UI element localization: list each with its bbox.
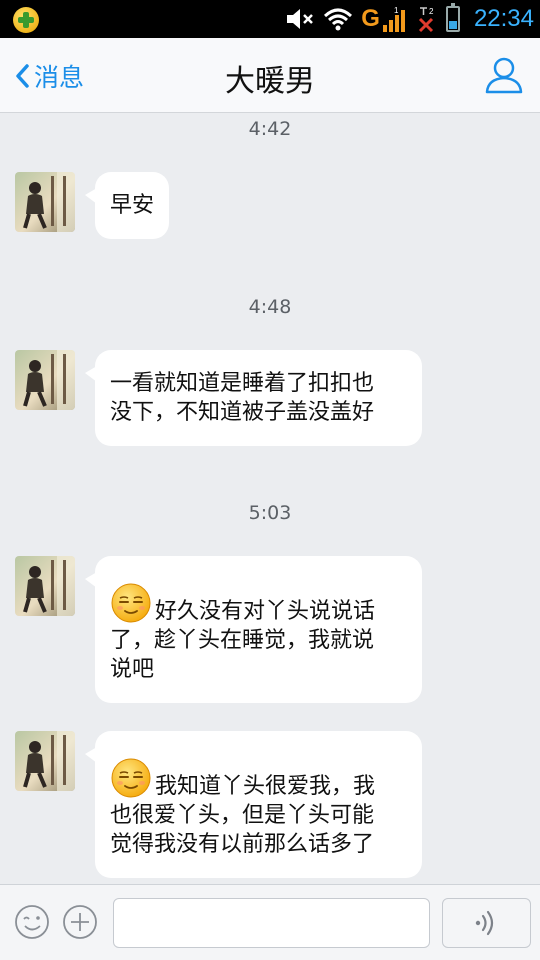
message-list[interactable]: 4:42 早安 4:48 一看就知道是睡着了扣扣也 没下，不知道被子盖没盖好 5…: [0, 114, 540, 884]
sim2-label: 2: [429, 7, 434, 16]
app-notification-icon: [13, 7, 39, 33]
profile-button[interactable]: [484, 55, 524, 95]
mute-icon: [285, 0, 315, 38]
message-text: 我知道丫头很爱我，我: [155, 774, 376, 799]
chat-header: 消息 大暖男: [0, 38, 540, 113]
message-line: 也很爱丫头，但是丫头可能: [110, 803, 375, 828]
timestamp: 5:03: [248, 502, 292, 524]
message-line: 没下，不知道被子盖没盖好: [110, 400, 375, 425]
status-bar: G 1 2 22:34: [0, 0, 540, 38]
message-line: 说吧: [110, 657, 155, 682]
clock: 22:34: [473, 5, 534, 32]
g-network-icon: G: [361, 5, 380, 32]
avatar[interactable]: [15, 556, 75, 616]
message-line: 早安: [110, 193, 155, 218]
status-icons: G 1 2 22:34: [285, 0, 540, 38]
timestamp: 4:48: [248, 296, 292, 318]
avatar[interactable]: [15, 350, 75, 410]
message-line: 一看就知道是睡着了扣扣也: [110, 371, 375, 396]
relieved-face-icon: [110, 582, 152, 624]
message-text: 好久没有对丫头说说话: [155, 599, 376, 624]
message-bubble[interactable]: 我知道丫头很爱我，我 也很爱丫头，但是丫头可能 觉得我没有以前那么话多了: [85, 731, 422, 878]
avatar[interactable]: [15, 731, 75, 791]
message-bubble[interactable]: 一看就知道是睡着了扣扣也 没下，不知道被子盖没盖好: [85, 350, 422, 446]
signal-2-no-service-icon: 2: [416, 0, 438, 38]
plus-icon: [63, 905, 97, 939]
emoji-icon: [15, 905, 49, 939]
message-line: 我知道丫头很爱我，我: [110, 757, 407, 801]
message-line: 了，趁丫头在睡觉，我就说: [110, 628, 375, 653]
voice-button[interactable]: [442, 898, 531, 948]
avatar[interactable]: [15, 172, 75, 232]
message-bubble[interactable]: 早安: [84, 172, 170, 239]
wifi-icon: [323, 0, 353, 38]
chat-title: 大暖男: [225, 64, 315, 99]
message-line: 好久没有对丫头说说话: [110, 582, 407, 626]
more-button[interactable]: [62, 904, 98, 940]
voice-icon: [475, 910, 493, 936]
battery-icon: [445, 3, 460, 32]
message-input[interactable]: [113, 898, 430, 948]
message-bubble[interactable]: 好久没有对丫头说说话 了，趁丫头在睡觉，我就说 说吧: [85, 556, 422, 703]
sim1-label: 1: [394, 6, 399, 15]
message-line: 觉得我没有以前那么话多了: [110, 832, 375, 857]
emoji-button[interactable]: [14, 904, 50, 940]
timestamp: 4:42: [248, 118, 292, 140]
signal-1-icon: 1: [382, 0, 408, 38]
profile-icon: [485, 57, 523, 94]
input-bar: [0, 884, 540, 960]
relieved-face-icon: [110, 757, 152, 799]
